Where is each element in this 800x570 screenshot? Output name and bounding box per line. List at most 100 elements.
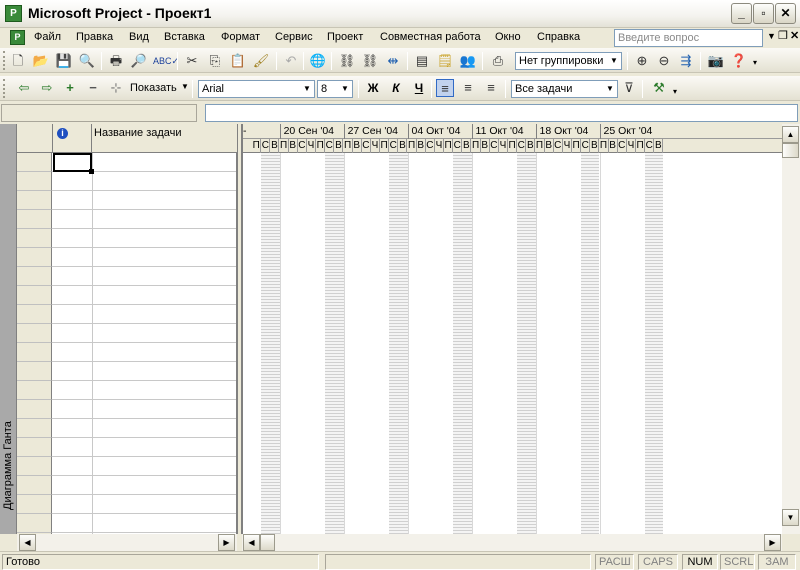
row-header[interactable] — [17, 191, 52, 210]
table-row[interactable] — [52, 457, 236, 476]
indent-icon[interactable]: ⇨ — [38, 79, 56, 97]
assign-resources-icon[interactable]: 👥 — [459, 52, 477, 70]
scroll-down-icon[interactable]: ▼ — [782, 509, 799, 526]
view-bar[interactable]: Диаграмма Ганта — [0, 124, 17, 534]
paste-icon[interactable]: 📋 — [229, 52, 247, 70]
vertical-scrollbar[interactable]: ▲ ▼ — [782, 124, 800, 534]
menu-format[interactable]: Формат — [221, 31, 260, 43]
gantt-chart[interactable]: - 20 Сен '04 27 Сен '04 04 Окт '04 11 Окт '0… — [242, 124, 782, 534]
row-header[interactable] — [17, 267, 52, 286]
autofilter-icon[interactable]: ⊽ — [620, 79, 638, 97]
open-icon[interactable]: 📂 — [32, 52, 50, 70]
show-icon[interactable]: ⊹ — [107, 79, 125, 97]
scroll-thumb[interactable] — [260, 534, 275, 551]
scroll-right-icon[interactable]: ▶ — [764, 534, 781, 551]
outdent-icon[interactable]: ⇦ — [15, 79, 33, 97]
zoom-in-icon[interactable]: ⊕ — [633, 52, 651, 70]
restore-icon[interactable]: ▫ — [753, 3, 774, 24]
menu-help[interactable]: Справка — [537, 31, 580, 43]
minimize-icon[interactable]: _ — [731, 3, 752, 24]
table-row[interactable] — [52, 419, 236, 438]
row-header[interactable] — [17, 324, 52, 343]
row-header[interactable] — [17, 438, 52, 457]
table-row[interactable] — [52, 248, 236, 267]
new-icon[interactable]: 🗋 — [9, 52, 27, 70]
row-header[interactable] — [17, 229, 52, 248]
save-icon[interactable]: 💾 — [55, 52, 73, 70]
table-row[interactable] — [52, 286, 236, 305]
scroll-right-icon[interactable]: ▶ — [218, 534, 235, 551]
copy-picture-icon[interactable]: ⎙ — [489, 52, 507, 70]
split-icon[interactable]: ⇹ — [384, 52, 402, 70]
hyperlink-icon[interactable]: 🌐 — [309, 52, 327, 70]
table-row[interactable] — [52, 495, 236, 514]
menu-file[interactable]: Файл — [34, 31, 61, 43]
entry-field[interactable] — [205, 104, 798, 122]
table-row[interactable] — [52, 191, 236, 210]
close-icon[interactable]: ✕ — [775, 3, 796, 24]
menu-edit[interactable]: Правка — [76, 31, 113, 43]
table-row[interactable] — [52, 172, 236, 191]
menu-tools[interactable]: Сервис — [275, 31, 313, 43]
grouping-select[interactable]: Нет группировки ▼ — [515, 52, 622, 70]
zoom-out-icon[interactable]: ⊖ — [655, 52, 673, 70]
row-header[interactable] — [17, 172, 52, 191]
font-select[interactable]: Arial ▼ — [198, 80, 315, 98]
row-header[interactable] — [17, 248, 52, 267]
active-cell[interactable] — [53, 153, 94, 174]
table-row[interactable] — [52, 400, 236, 419]
help-icon[interactable]: ❓ — [730, 52, 748, 70]
gantt-horizontal-scrollbar[interactable]: ◀ ▶ — [242, 534, 782, 551]
doc-close-icon[interactable]: ✕ — [790, 29, 799, 42]
table-row[interactable] — [52, 343, 236, 362]
cut-icon[interactable]: ✂ — [183, 52, 201, 70]
row-header[interactable] — [17, 210, 52, 229]
row-header[interactable] — [17, 362, 52, 381]
hide-subtasks-icon[interactable]: − — [84, 79, 102, 97]
table-horizontal-scrollbar[interactable]: ◀ ▶ — [17, 534, 237, 551]
task-name-header[interactable]: Название задачи — [92, 124, 237, 153]
filter-select[interactable]: Все задачи ▼ — [511, 80, 618, 98]
menu-insert[interactable]: Вставка — [164, 31, 205, 43]
row-header[interactable] — [17, 381, 52, 400]
font-size-select[interactable]: 8 ▼ — [317, 80, 353, 98]
table-row[interactable] — [52, 381, 236, 400]
align-right-icon[interactable]: ≡ — [482, 79, 500, 97]
show-subtasks-icon[interactable]: + — [61, 79, 79, 97]
camera-icon[interactable]: 📷 — [707, 52, 725, 70]
menu-project[interactable]: Проект — [327, 31, 363, 43]
align-center-icon[interactable]: ≡ — [459, 79, 477, 97]
menu-view[interactable]: Вид — [129, 31, 149, 43]
spelling-icon[interactable]: ABC✓ — [153, 52, 179, 70]
scroll-left-icon[interactable]: ◀ — [243, 534, 260, 551]
row-header[interactable] — [17, 286, 52, 305]
table-row[interactable] — [52, 362, 236, 381]
table-row[interactable] — [52, 324, 236, 343]
table-row[interactable] — [52, 229, 236, 248]
scroll-up-icon[interactable]: ▲ — [782, 126, 799, 143]
notes-icon[interactable]: 🗒 — [436, 52, 454, 70]
row-header[interactable] — [17, 153, 52, 172]
gantt-wizard-icon[interactable]: ⚒ — [650, 79, 668, 97]
undo-icon[interactable]: ↶ — [282, 52, 300, 70]
help-dropdown-icon[interactable]: ▼ — [767, 31, 776, 41]
doc-restore-icon[interactable]: ❐ — [778, 29, 788, 42]
menu-window[interactable]: Окно — [495, 31, 521, 43]
show-button[interactable]: Показать — [130, 82, 177, 94]
scroll-thumb[interactable] — [782, 143, 799, 158]
task-info-icon[interactable]: ▤ — [413, 52, 431, 70]
search-icon[interactable]: 🔍 — [78, 52, 96, 70]
document-icon[interactable]: P — [10, 30, 25, 45]
table-row[interactable] — [52, 438, 236, 457]
format-painter-icon[interactable]: 🖌 — [252, 52, 270, 70]
table-row[interactable] — [52, 210, 236, 229]
copy-icon[interactable]: ⎘ — [206, 52, 224, 70]
select-all-corner[interactable] — [17, 124, 53, 153]
underline-button[interactable]: Ч — [410, 81, 428, 95]
bold-button[interactable]: Ж — [364, 81, 382, 95]
row-header[interactable] — [17, 400, 52, 419]
link-icon[interactable]: ⛓ — [338, 52, 356, 70]
print-preview-icon[interactable]: 🔎 — [130, 52, 148, 70]
scroll-left-icon[interactable]: ◀ — [19, 534, 36, 551]
goto-task-icon[interactable]: ⇶ — [677, 52, 695, 70]
